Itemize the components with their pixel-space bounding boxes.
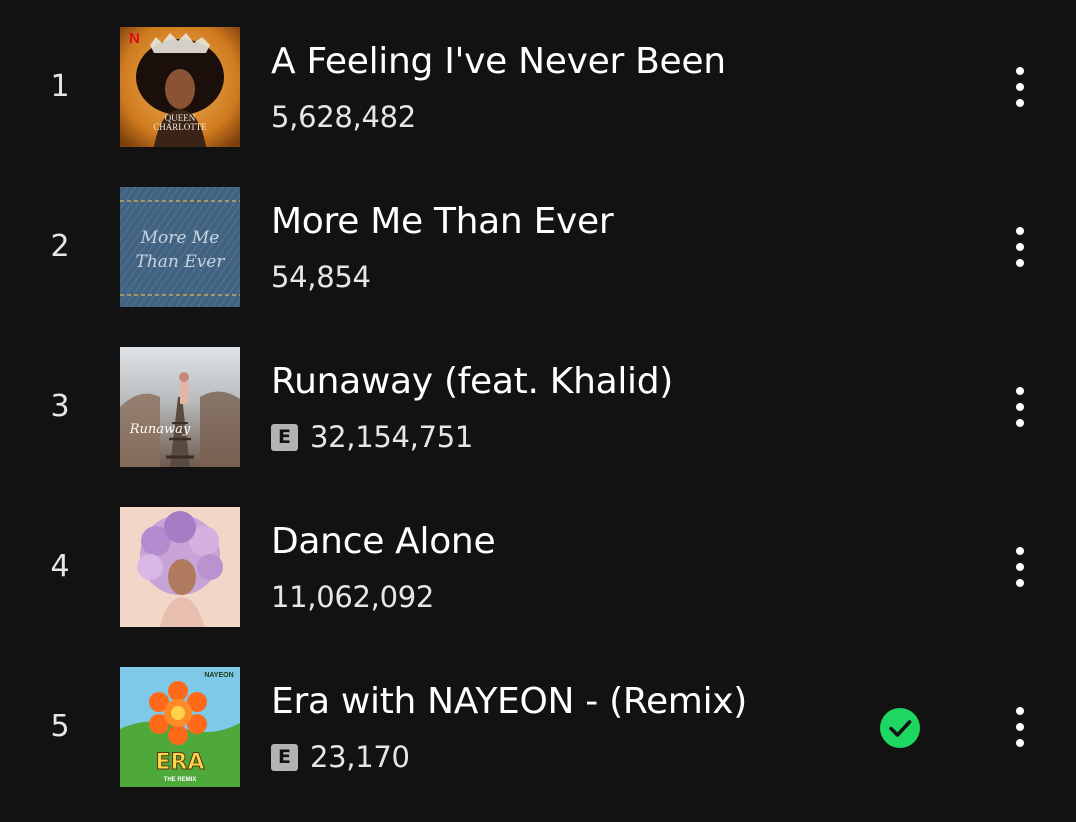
play-count: 23,170 [310, 740, 410, 774]
track-title[interactable]: Dance Alone [271, 520, 496, 564]
netflix-brand: N [129, 30, 140, 47]
more-vertical-icon [1016, 547, 1024, 555]
track-rank: 3 [50, 389, 70, 424]
svg-text:CHARLOTTE: CHARLOTTE [153, 122, 207, 132]
svg-text:THE REMIX: THE REMIX [164, 777, 197, 783]
svg-text:Runaway: Runaway [129, 422, 191, 437]
play-count: 54,854 [271, 260, 371, 294]
track-rank: 1 [50, 69, 70, 104]
track-meta: 5,628,482 [271, 99, 416, 135]
explicit-badge: E [271, 423, 298, 451]
more-options-button[interactable] [1000, 539, 1040, 595]
track-meta: 11,062,092 [271, 579, 434, 615]
track-meta: 54,854 [271, 259, 371, 295]
track-rank: 5 [50, 709, 70, 744]
more-options-button[interactable] [1000, 59, 1040, 115]
svg-text:NAYEON: NAYEON [204, 672, 233, 679]
play-count: 11,062,092 [271, 580, 435, 614]
play-count: 32,154,751 [310, 420, 474, 454]
track-row[interactable]: 3 Runaway Runaway (feat. Khalid) E 32,15… [0, 327, 1076, 487]
track-title[interactable]: Era with NAYEON - (Remix) [271, 680, 747, 724]
track-list: 1 N QUEEN CHARLOTTE A Feeling I've Never… [0, 0, 1076, 822]
more-vertical-icon [1016, 707, 1024, 715]
track-rank: 4 [50, 549, 70, 584]
album-cover[interactable]: NAYEON ERA THE REMIX [120, 667, 240, 787]
track-row[interactable]: 2 More Me Than Ever More Me Than Ever 54… [0, 167, 1076, 327]
track-title[interactable]: More Me Than Ever [271, 200, 614, 244]
album-cover[interactable] [120, 507, 240, 627]
more-options-button[interactable] [1000, 379, 1040, 435]
track-title[interactable]: Runaway (feat. Khalid) [271, 360, 673, 404]
saved-check-icon[interactable] [880, 708, 920, 748]
track-title[interactable]: A Feeling I've Never Been [271, 40, 726, 84]
album-cover[interactable]: N QUEEN CHARLOTTE [120, 27, 240, 147]
track-row[interactable]: 4 Dance Alone 11,062,092 [0, 487, 1076, 647]
track-rank: 2 [50, 229, 70, 264]
track-meta: E 23,170 [271, 739, 410, 775]
explicit-badge: E [271, 743, 298, 771]
more-options-button[interactable] [1000, 219, 1040, 275]
svg-text:Than Ever: Than Ever [136, 252, 226, 272]
more-vertical-icon [1016, 227, 1024, 235]
album-cover[interactable]: More Me Than Ever [120, 187, 240, 307]
track-meta: E 32,154,751 [271, 419, 473, 455]
more-vertical-icon [1016, 387, 1024, 395]
more-options-button[interactable] [1000, 699, 1040, 755]
track-row[interactable]: 1 N QUEEN CHARLOTTE A Feeling I've Never… [0, 7, 1076, 167]
album-cover[interactable]: Runaway [120, 347, 240, 467]
svg-text:More Me: More Me [140, 228, 220, 248]
more-vertical-icon [1016, 67, 1024, 75]
svg-text:ERA: ERA [156, 750, 205, 775]
play-count: 5,628,482 [271, 100, 416, 134]
track-row[interactable]: 5 NAYEON ERA THE REMIX Era with NAYEON -… [0, 647, 1076, 807]
